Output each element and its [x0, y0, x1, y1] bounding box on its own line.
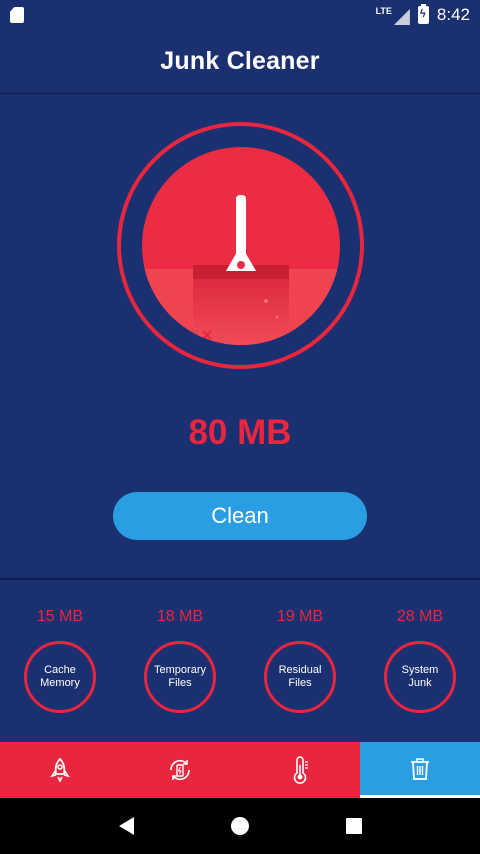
category-size: 15 MB: [36, 608, 84, 625]
bottom-nav: [0, 742, 480, 798]
sd-card-icon: [10, 7, 24, 23]
category-system-junk: 28 MB System Junk: [360, 608, 480, 713]
battery-refresh-icon: [170, 759, 190, 781]
category-size: 28 MB: [396, 608, 444, 625]
network-type: LTE: [375, 6, 392, 16]
app-header: Junk Cleaner: [0, 30, 480, 94]
junk-indicator-circle: [141, 146, 340, 345]
home-icon[interactable]: [230, 817, 249, 835]
status-bar: LTE ϟ 8:42: [0, 0, 480, 30]
category-label: Residual Files: [264, 641, 336, 713]
page-title: Junk Cleaner: [160, 47, 320, 75]
broom-icon: [192, 194, 289, 345]
nav-boost[interactable]: [0, 742, 120, 798]
system-nav-bar: [0, 798, 480, 854]
category-label: System Junk: [384, 641, 456, 713]
thermometer-icon: [293, 756, 308, 784]
junk-indicator-ring: [117, 122, 364, 369]
signal-icon: [393, 9, 410, 25]
trash-icon: [411, 757, 429, 780]
category-label: Temporary Files: [144, 641, 216, 713]
category-size: 19 MB: [276, 608, 324, 625]
category-size: 18 MB: [156, 608, 204, 625]
signal-indicator: LTE: [376, 5, 410, 25]
back-icon[interactable]: [118, 817, 134, 835]
recents-icon[interactable]: [345, 818, 362, 834]
clean-button[interactable]: Clean: [113, 492, 367, 540]
total-junk-size: 80 MB: [188, 413, 292, 452]
nav-battery-saver[interactable]: [120, 742, 240, 798]
clock: 8:42: [436, 5, 470, 24]
category-cache-memory: 15 MB Cache Memory: [0, 608, 120, 713]
category-residual-files: 19 MB Residual Files: [240, 608, 360, 713]
category-temporary-files: 18 MB Temporary Files: [120, 608, 240, 713]
nav-junk-cleaner[interactable]: [360, 742, 480, 798]
category-label: Cache Memory: [24, 641, 96, 713]
section-divider: [0, 578, 480, 580]
rocket-icon: [50, 757, 70, 783]
battery-charging-icon: ϟ: [417, 4, 429, 24]
nav-cpu-cooler[interactable]: [240, 742, 360, 798]
